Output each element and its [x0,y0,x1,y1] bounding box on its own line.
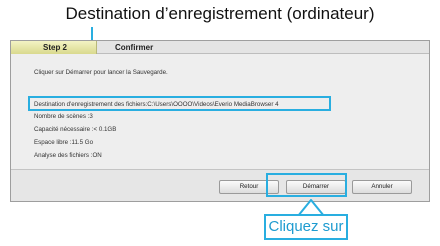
wizard-footer: Retour Démarrer Annuler [11,169,429,201]
capacity-text: Capacité nécessaire :< 0.1GB [34,126,117,133]
free-space-text: Espace libre :11.5 Go [34,139,94,146]
callout-label: Cliquez sur [264,214,348,240]
destination-highlight-box [28,96,331,111]
scene-count-text: Nombre de scènes :3 [34,113,93,120]
tab-step-2: Step 2 [11,41,97,54]
wizard-window: Step 2 Confirmer Cliquer sur Démarrer po… [10,40,430,202]
cancel-button[interactable]: Annuler [352,180,412,194]
start-button-highlight-box [266,173,347,197]
file-analysis-text: Analyse des fichiers :ON [34,152,102,159]
annotation-caption: Destination d’enregistrement (ordinateur… [65,4,375,23]
tab-confirm: Confirmer [115,43,154,52]
wizard-content: Cliquer sur Démarrer pour lancer la Sauv… [11,55,429,169]
wizard-tabbar: Step 2 Confirmer [11,41,429,54]
intro-text: Cliquer sur Démarrer pour lancer la Sauv… [34,69,168,76]
